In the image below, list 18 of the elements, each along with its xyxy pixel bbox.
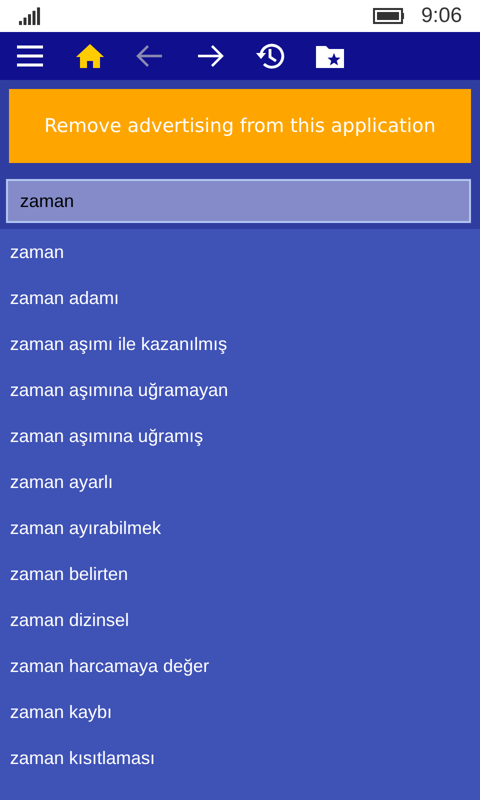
result-item[interactable]: zaman ayarlı — [0, 459, 480, 505]
history-icon — [255, 41, 285, 71]
clock-time: 9:06 — [421, 4, 462, 28]
battery-icon — [373, 8, 406, 24]
result-item[interactable]: zaman kısıtlaması — [0, 735, 480, 781]
result-item[interactable]: zaman aşımı ile kazanılmış — [0, 321, 480, 367]
result-item[interactable]: zaman belirten — [0, 551, 480, 597]
result-item[interactable]: zaman ayırabilmek — [0, 505, 480, 551]
result-item[interactable]: zaman aşımına uğramış — [0, 413, 480, 459]
result-item[interactable]: zaman aşımına uğramayan — [0, 367, 480, 413]
home-icon — [75, 41, 105, 71]
signal-icon — [19, 7, 41, 25]
result-item[interactable]: zaman — [0, 229, 480, 275]
result-item[interactable]: zaman harcamaya değer — [0, 643, 480, 689]
search-field[interactable]: zaman — [6, 179, 471, 223]
result-item[interactable]: zaman adamı — [0, 275, 480, 321]
result-item[interactable]: zaman kaybı — [0, 689, 480, 735]
result-item[interactable]: zaman dizinsel — [0, 597, 480, 643]
